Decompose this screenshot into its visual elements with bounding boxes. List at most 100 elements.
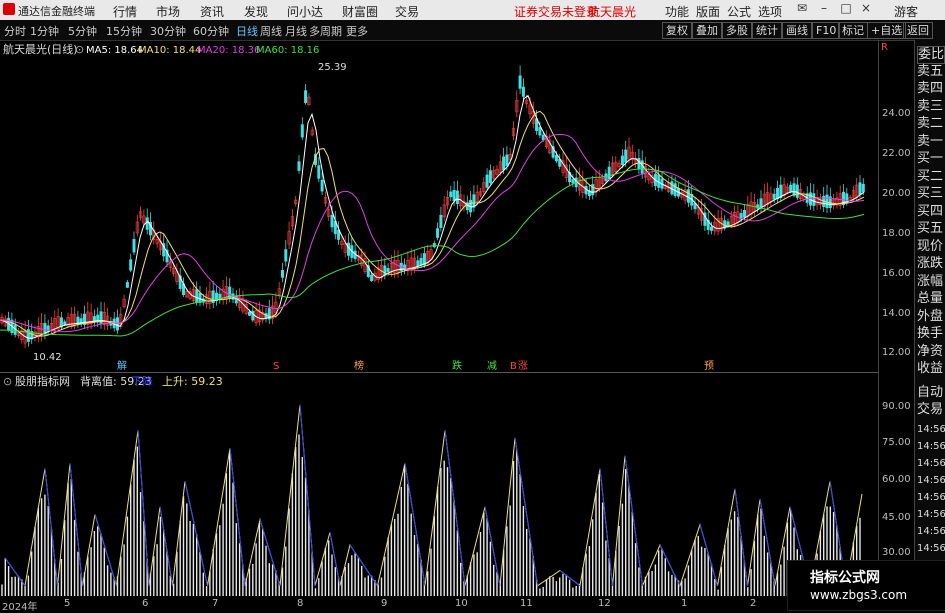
- quote-field-label[interactable]: 外盘: [917, 309, 943, 325]
- side-tab-0[interactable]: 自动: [917, 385, 943, 401]
- candle-body: [789, 184, 793, 193]
- quote-field-label[interactable]: 买二: [917, 169, 943, 185]
- price-tick-label: 20.00: [882, 188, 911, 199]
- candle-body: [370, 274, 374, 282]
- menu-item-discover[interactable]: 发现: [244, 3, 268, 20]
- menu-item-layout[interactable]: 版面: [696, 3, 720, 20]
- quote-field-label[interactable]: 卖三: [917, 99, 943, 115]
- date-axis-label: 11: [520, 598, 533, 609]
- menu-item-options[interactable]: 选项: [758, 3, 782, 20]
- menu-item-formula[interactable]: 公式: [727, 3, 751, 20]
- quote-field-label[interactable]: 涨跌: [917, 256, 943, 272]
- ma-label: MA20: 18.36: [197, 45, 260, 56]
- quote-field-label[interactable]: 卖二: [917, 116, 943, 132]
- period-tab-30min[interactable]: 30分钟: [150, 23, 186, 39]
- period-tab-multi[interactable]: 多周期: [309, 23, 342, 39]
- quote-field-label[interactable]: 买四: [917, 204, 943, 220]
- candle-body: [452, 189, 456, 201]
- period-tab-5min[interactable]: 5分钟: [68, 23, 97, 39]
- period-tab-daily[interactable]: 日线: [236, 23, 258, 39]
- event-marker[interactable]: 预: [704, 360, 714, 372]
- menu-item-ask[interactable]: 问小达: [287, 3, 323, 20]
- button-multi-stock[interactable]: 多股: [722, 22, 752, 39]
- candlestick-chart[interactable]: 航天晨光(日线) ⊙ MA5: 18.64MA10: 18.44MA20: 18…: [0, 40, 878, 372]
- side-tab-1[interactable]: 交易: [917, 402, 943, 418]
- price-tick-label: 16.00: [882, 268, 911, 279]
- mail-icon[interactable]: ✉: [794, 1, 810, 17]
- candle-body: [195, 289, 199, 303]
- event-marker[interactable]: B: [510, 361, 517, 372]
- button-draw[interactable]: 画线: [782, 22, 812, 39]
- quote-field-label[interactable]: 买三: [917, 186, 943, 202]
- date-axis-label: 6: [142, 598, 149, 609]
- ma-line: [0, 133, 865, 333]
- period-tab-weekly[interactable]: 周线: [260, 23, 282, 39]
- period-tab-monthly[interactable]: 月线: [285, 23, 307, 39]
- ma-label: MA5: 18.64: [86, 45, 143, 56]
- button-adjust[interactable]: 复权: [662, 22, 692, 39]
- tick-time: 14:56: [917, 526, 945, 537]
- maximize-icon[interactable]: □: [838, 1, 854, 17]
- candle-body: [280, 270, 284, 278]
- period-tab-timeshare[interactable]: 分时: [4, 23, 26, 39]
- menu-item-quotes[interactable]: 行情: [113, 3, 137, 20]
- candle-body: [145, 217, 149, 230]
- candle-body: [129, 259, 133, 271]
- close-icon[interactable]: ×: [858, 1, 874, 17]
- event-marker[interactable]: 涨: [518, 360, 528, 372]
- quote-field-label[interactable]: 净资: [917, 344, 943, 360]
- candle-body: [772, 193, 776, 200]
- axis-mode-label[interactable]: R: [881, 42, 888, 53]
- event-marker[interactable]: 榜: [354, 359, 364, 372]
- menu-bar: 通达信金融终端 行情 市场 资讯 发现 问小达 财富圈 交易 证券交易未登录 航…: [0, 0, 945, 20]
- quote-field-label[interactable]: 买五: [917, 221, 943, 237]
- event-marker[interactable]: S: [273, 361, 279, 372]
- quote-field-label[interactable]: 卖五: [917, 64, 943, 80]
- candle-body: [449, 191, 453, 198]
- button-back[interactable]: 返回: [903, 22, 933, 39]
- login-warning[interactable]: 证券交易未登录: [514, 3, 598, 20]
- quote-field-label[interactable]: 委比: [917, 46, 945, 64]
- quote-field-label[interactable]: 换手: [917, 326, 943, 342]
- period-tab-more[interactable]: 更多: [346, 23, 368, 39]
- quote-field-label[interactable]: 现价: [917, 239, 943, 255]
- quote-field-label[interactable]: 总量: [917, 291, 943, 307]
- indicator-tag: 下降: [131, 374, 153, 388]
- quote-field-label[interactable]: 收益: [917, 361, 943, 377]
- event-marker[interactable]: 跌: [452, 359, 462, 372]
- date-axis-label: 2: [750, 598, 757, 609]
- quote-field-label[interactable]: 买一: [917, 151, 943, 167]
- indicator-chart[interactable]: ⊙ 股朋指标网 背离值: 59.23 下降 上升: 59.23: [0, 372, 878, 602]
- period-tab-60min[interactable]: 60分钟: [193, 23, 229, 39]
- quote-field-label[interactable]: 卖一: [917, 134, 943, 150]
- candle-body: [686, 189, 690, 203]
- period-tab-1min[interactable]: 1分钟: [30, 23, 59, 39]
- quote-field-label[interactable]: 涨幅: [917, 274, 943, 290]
- collapse-icon[interactable]: ⊙: [75, 43, 84, 56]
- candle-body: [330, 214, 334, 228]
- button-f10[interactable]: F10: [812, 22, 841, 39]
- ma-label: MA60: 18.16: [256, 45, 319, 56]
- event-marker[interactable]: 减: [487, 360, 497, 372]
- period-tab-15min[interactable]: 15分钟: [106, 23, 142, 39]
- button-mark[interactable]: 标记: [838, 22, 868, 39]
- indicator-collapse-icon[interactable]: ⊙: [3, 375, 12, 388]
- candle-body: [485, 174, 489, 188]
- menu-item-news[interactable]: 资讯: [200, 3, 224, 20]
- minimize-icon[interactable]: –: [816, 1, 832, 17]
- menu-item-market[interactable]: 市场: [156, 3, 180, 20]
- candle-body: [505, 154, 509, 167]
- candle-body: [346, 242, 350, 256]
- menu-item-trade[interactable]: 交易: [395, 3, 419, 20]
- button-add-watchlist[interactable]: +自选: [867, 22, 907, 39]
- button-overlay[interactable]: 叠加: [692, 22, 722, 39]
- candle-body: [284, 249, 288, 262]
- menu-item-community[interactable]: 财富圈: [342, 3, 378, 20]
- button-stats[interactable]: 统计: [752, 22, 782, 39]
- guest-label[interactable]: 游客: [894, 3, 918, 20]
- quote-field-label[interactable]: 卖四: [917, 81, 943, 97]
- date-axis-label: 9: [381, 598, 388, 609]
- candle-body: [775, 188, 779, 200]
- event-marker[interactable]: 解: [117, 359, 127, 372]
- menu-item-function[interactable]: 功能: [665, 3, 689, 20]
